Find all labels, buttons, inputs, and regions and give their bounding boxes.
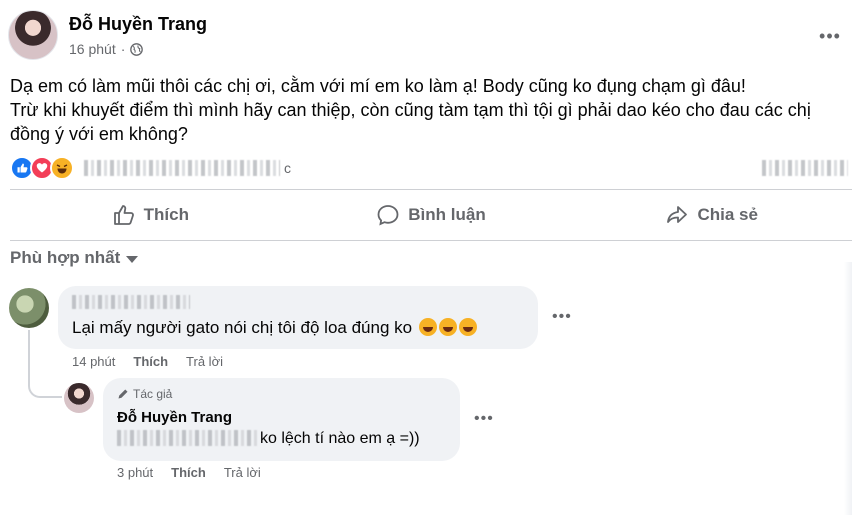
divider <box>10 240 852 241</box>
reactions-bar: c <box>10 156 852 182</box>
reactors-suffix: c <box>284 160 291 176</box>
post-text-line: Trừ khi khuyết điểm thì mình hãy can thi… <box>10 100 811 120</box>
comment-bubble: Lại mấy người gato nói chị tôi độ loa đú… <box>58 286 538 349</box>
comment-reply-link[interactable]: Trả lời <box>186 354 223 369</box>
rofl-emoji-icon <box>458 318 477 336</box>
comment-more-button[interactable]: ••• <box>552 308 572 326</box>
post-time[interactable]: 16 phút <box>69 41 116 57</box>
share-icon <box>667 206 688 223</box>
separator-dot: · <box>120 41 126 57</box>
reply-text: ko lệch tí nào em ạ =)) <box>260 430 420 447</box>
pencil-icon <box>118 389 128 399</box>
post-actions: Thích Bình luận Chia sẻ <box>10 192 852 238</box>
reactors-names-blurred[interactable] <box>84 160 280 176</box>
post-header: Đỗ Huyền Trang 16 phút · ••• <box>8 10 852 62</box>
reply-author-name[interactable]: Đỗ Huyền Trang <box>117 409 232 426</box>
commenter-avatar[interactable] <box>9 288 49 328</box>
comment-label: Bình luận <box>408 205 486 224</box>
share-button[interactable]: Chia sẻ <box>571 192 852 238</box>
reply-like-link[interactable]: Thích <box>171 465 206 480</box>
sort-label: Phù hợp nhất <box>10 248 121 267</box>
share-label: Chia sẻ <box>697 205 758 224</box>
reply-bubble: Tác giả Đỗ Huyền Trang ko lệch tí nào em… <box>103 378 460 461</box>
comment-icon <box>377 205 399 226</box>
author-avatar[interactable] <box>8 10 58 60</box>
comment-sort-dropdown[interactable]: Phù hợp nhất <box>10 248 139 268</box>
side-panel-edge <box>844 262 852 515</box>
rofl-emoji-icon <box>418 318 437 336</box>
comment-time[interactable]: 14 phút <box>72 354 115 369</box>
reply-author-avatar[interactable] <box>64 383 94 413</box>
mentioned-name-blurred[interactable] <box>117 430 257 446</box>
comment-count-blurred[interactable] <box>762 160 848 176</box>
haha-reaction-icon <box>50 156 74 180</box>
divider <box>10 189 852 190</box>
reply-time[interactable]: 3 phút <box>117 465 153 480</box>
reaction-icons[interactable] <box>10 156 74 180</box>
post-more-button[interactable]: ••• <box>818 24 842 48</box>
commenter-name-blurred[interactable] <box>72 295 190 309</box>
comment-button[interactable]: Bình luận <box>291 192 572 238</box>
rofl-emoji-icon <box>438 318 457 336</box>
author-badge: Tác giả <box>117 387 172 401</box>
reply-meta: 3 phút Thích Trả lời <box>117 465 261 480</box>
caret-down-icon <box>126 255 139 263</box>
post-text-line: Dạ em có làm mũi thôi các chị ơi, cằm vớ… <box>10 76 746 96</box>
post-text: Dạ em có làm mũi thôi các chị ơi, cằm vớ… <box>10 74 842 146</box>
thumbs-up-icon <box>113 205 134 225</box>
post-meta: 16 phút · <box>69 41 144 57</box>
comment-meta: 14 phút Thích Trả lời <box>72 354 223 369</box>
like-label: Thích <box>143 205 189 224</box>
author-name[interactable]: Đỗ Huyền Trang <box>69 14 207 35</box>
reply-more-button[interactable]: ••• <box>474 410 494 428</box>
globe-icon <box>130 42 144 56</box>
like-button[interactable]: Thích <box>10 192 291 238</box>
author-badge-label: Tác giả <box>133 387 173 401</box>
comment-text: Lại mấy người gato nói chị tôi độ loa đú… <box>72 318 477 338</box>
post-text-line: đồng ý với em không? <box>10 124 188 144</box>
comment-like-link[interactable]: Thích <box>133 354 168 369</box>
reply-thread-line <box>28 330 62 398</box>
comment-text-body: Lại mấy người gato nói chị tôi độ loa đú… <box>72 318 413 337</box>
reply-reply-link[interactable]: Trả lời <box>224 465 261 480</box>
